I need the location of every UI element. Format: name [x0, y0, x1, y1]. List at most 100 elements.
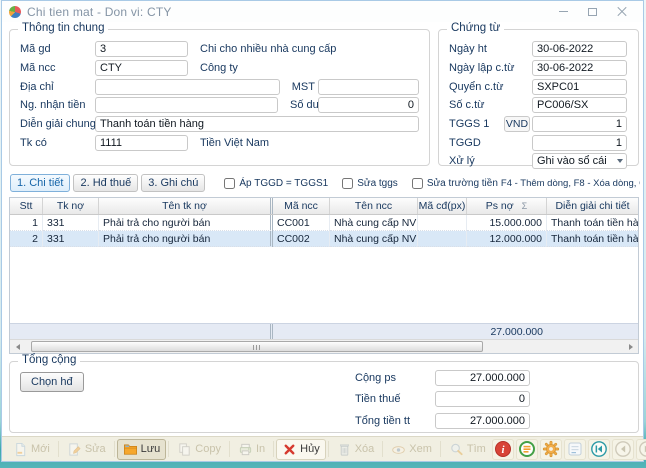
cong-ps-input[interactable]: [435, 370, 530, 386]
print-button-label: In: [256, 443, 265, 455]
mst-input[interactable]: [318, 79, 419, 95]
so-ctu-input[interactable]: [532, 97, 627, 113]
detail-grid: Stt Tk nợ Tên tk nợ Mã ncc Tên ncc Mã cđ…: [9, 197, 639, 354]
grid-row-1[interactable]: 1 331 Phải trả cho người bán CC001 Nhà c…: [10, 215, 638, 231]
grid-row-2[interactable]: 2 331 Phải trả cho người bán CC002 Nhà c…: [10, 231, 638, 247]
new-button[interactable]: Mới: [7, 439, 56, 460]
column-header-ma-cd[interactable]: Mã cđ(px): [418, 198, 467, 214]
ap-tggd-checkbox[interactable]: [224, 178, 235, 189]
ma-ncc-label: Mã ncc: [20, 62, 95, 74]
edit-button-label: Sửa: [85, 443, 106, 455]
chon-hd-button[interactable]: Chọn hđ: [20, 372, 84, 392]
next-record-button[interactable]: [636, 439, 646, 460]
cell-ma-cd: [418, 231, 467, 247]
panel-button[interactable]: [564, 439, 586, 460]
so-du-input[interactable]: [318, 97, 419, 113]
delete-button[interactable]: Xóa: [331, 439, 381, 460]
tk-co-input[interactable]: [95, 135, 188, 151]
save-button[interactable]: Lưu: [117, 439, 167, 460]
column-header-stt[interactable]: Stt: [10, 198, 43, 214]
dien-giai-label: Diễn giải chung: [20, 118, 95, 130]
info-button[interactable]: i: [492, 439, 514, 460]
dia-chi-label: Địa chỉ: [20, 81, 95, 93]
maximize-button[interactable]: [578, 3, 607, 21]
dien-giai-input[interactable]: [95, 116, 419, 132]
ma-gd-label: Mã gd: [20, 43, 95, 55]
ngay-ht-input[interactable]: [532, 41, 627, 57]
sum-icon: Σ: [522, 201, 528, 211]
tk-co-label: Tk có: [20, 137, 95, 149]
quyen-ctu-input[interactable]: [532, 79, 627, 95]
checkbox-sua-tggs[interactable]: Sửa tggs: [342, 178, 398, 189]
new-document-icon: [13, 442, 28, 457]
cell-ps-no: 15.000.000: [467, 215, 547, 231]
scrollbar-thumb[interactable]: [31, 341, 483, 352]
tggs1-input[interactable]: [532, 116, 627, 132]
print-button[interactable]: In: [232, 439, 271, 460]
next-record-icon: [638, 440, 646, 458]
totals-group: Tổng cộng Chọn hđ Cộng ps Tiền thuế Tổng…: [9, 361, 639, 433]
quyen-ctu-label: Quyển c.từ: [449, 81, 532, 93]
ng-nhan-tien-input[interactable]: [95, 97, 278, 113]
cell-dien-giai: Thanh toán tiền hàng: [547, 231, 638, 247]
scroll-left-button[interactable]: [10, 340, 25, 353]
document-legend: Chứng từ: [447, 22, 504, 34]
column-header-ma-ncc[interactable]: Mã ncc: [273, 198, 330, 214]
notes-button[interactable]: [516, 439, 538, 460]
document-group: Chứng từ Ngày ht Ngày lập c.từ Quyển c.t…: [438, 29, 639, 166]
tab-ghi-chu[interactable]: 3. Ghi chú: [141, 174, 205, 192]
minimize-button[interactable]: [549, 3, 578, 21]
print-icon: [238, 442, 253, 457]
ma-gd-description: Chi cho nhiều nhà cung cấp: [200, 43, 336, 55]
cell-tk-no: 331: [43, 231, 99, 247]
xu-ly-select[interactable]: Ghi vào sổ cái: [532, 153, 627, 169]
sua-tggs-checkbox[interactable]: [342, 178, 353, 189]
column-header-dien-giai[interactable]: Diễn giải chi tiết: [547, 198, 638, 214]
cancel-button-label: Hủy: [300, 443, 320, 455]
sua-truong-tien-checkbox[interactable]: [412, 178, 423, 189]
checkbox-ap-tggd[interactable]: Áp TGGD = TGGS1: [224, 178, 328, 189]
checkbox-sua-truong-tien[interactable]: Sửa trường tiền: [412, 178, 498, 189]
settings-button[interactable]: [540, 439, 562, 460]
general-info-group: Thông tin chung Mã gd Chi cho nhiều nhà …: [9, 29, 430, 166]
ngay-lap-label: Ngày lập c.từ: [449, 62, 532, 74]
title-bar: Chi tien mat - Don vi: CTY: [2, 1, 643, 22]
find-button[interactable]: Tìm: [443, 439, 492, 460]
sua-tggs-label: Sửa tggs: [357, 178, 398, 189]
cell-ten-tk-no: Phải trả cho người bán: [99, 215, 273, 231]
column-header-ps-no[interactable]: Ps nợ Σ: [467, 198, 547, 214]
toolbar-icon-cluster: i: [492, 439, 646, 460]
column-header-ten-ncc[interactable]: Tên ncc: [330, 198, 418, 214]
edit-button[interactable]: Sửa: [61, 439, 112, 460]
cell-ma-cd: [418, 215, 467, 231]
close-button[interactable]: [607, 3, 636, 21]
tggd-input[interactable]: [532, 135, 627, 151]
search-icon: [449, 442, 464, 457]
currency-button[interactable]: VND: [504, 116, 530, 132]
first-record-button[interactable]: [588, 439, 610, 460]
cancel-button[interactable]: Hủy: [276, 439, 326, 460]
ng-nhan-tien-label: Ng. nhận tiền: [20, 99, 95, 111]
ngay-lap-input[interactable]: [532, 60, 627, 76]
first-record-icon: [590, 440, 608, 458]
ma-ncc-input[interactable]: [95, 60, 188, 76]
scroll-right-button[interactable]: [623, 340, 638, 353]
new-button-label: Mới: [31, 443, 50, 455]
copy-button[interactable]: Copy: [171, 439, 227, 460]
totals-legend: Tổng cộng: [18, 354, 80, 366]
previous-record-button[interactable]: [612, 439, 634, 460]
so-du-label: Số dư: [290, 99, 318, 111]
ap-tggd-label: Áp TGGD = TGGS1: [239, 178, 328, 189]
tab-hd-thue[interactable]: 2. Hđ thuế: [73, 174, 138, 192]
column-header-ten-tk-no[interactable]: Tên tk nợ: [99, 198, 273, 214]
keyboard-shortcuts-hint: F4 - Thêm dòng, F8 - Xóa dòng, Ctrl+Tab …: [501, 178, 640, 189]
ma-gd-input[interactable]: [95, 41, 188, 57]
horizontal-scrollbar[interactable]: [10, 339, 638, 353]
tien-thue-input[interactable]: [435, 391, 530, 407]
tab-chi-tiet[interactable]: 1. Chi tiết: [10, 174, 70, 192]
view-button[interactable]: Xem: [385, 439, 438, 460]
tong-tien-tt-input[interactable]: [435, 413, 530, 429]
column-header-tk-no[interactable]: Tk nợ: [43, 198, 99, 214]
dia-chi-input[interactable]: [95, 79, 280, 95]
gear-icon: [542, 440, 560, 458]
